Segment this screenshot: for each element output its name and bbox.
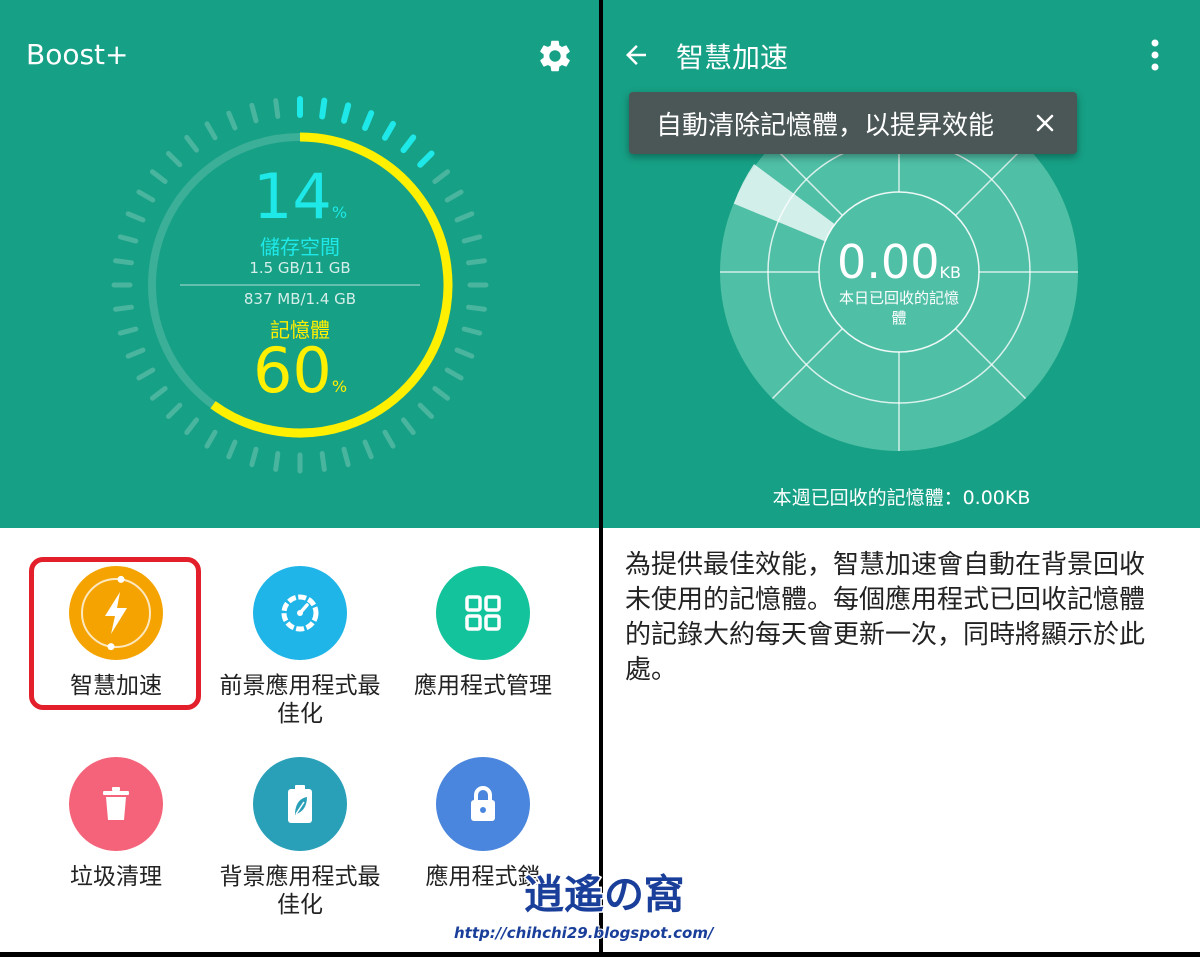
lock-icon [471,786,495,821]
gauge-tick [165,402,183,420]
storage-tick-active [400,134,417,154]
gauge-tick [204,429,218,449]
gauge-tick [432,385,451,401]
tile-label: 垃圾清理 [70,864,162,890]
boost-plus-screen: Boost+ 14% 儲存空間 1.5 GB/11 GB 837 MB/1.4 … [0,0,599,952]
gauge-tick [382,429,396,449]
gauge-tick [362,439,374,460]
speedometer-icon [281,594,319,632]
gauge-tick [249,446,259,468]
gauge-tick [461,326,483,336]
background-icon-circle [253,757,347,851]
smart-boost-header-panel: 智慧加速 0.00KB 本日已回收的記憶體 本週已回收的記憶體：0.00KB [603,0,1200,528]
gauge-tick [444,367,464,381]
storage-tick-active [417,150,435,168]
gauge-tick [113,258,134,266]
gauge-tick [432,169,451,185]
smart-boost-screen: 智慧加速 0.00KB 本日已回收的記憶體 本週已回收的記憶體：0.00KB 自… [603,0,1200,952]
lightning-icon [81,575,151,651]
gauge-tick [136,367,156,381]
storage-tick-active [382,120,396,141]
gauge-tick [400,417,416,436]
gauge-tick [117,326,139,336]
gauge-tick [444,189,464,203]
tile-app-lock[interactable]: 應用程式鎖 [398,757,568,891]
gauge-tick [184,417,200,436]
tooltip: 自動清除記憶體，以提昇效能 [629,92,1077,154]
foreground-icon-circle [253,566,347,660]
trash-icon [103,787,129,820]
gauge-tick [319,451,327,472]
boost-header-panel: Boost+ 14% 儲存空間 1.5 GB/11 GB 837 MB/1.4 … [0,0,599,528]
tile-label: 前景應用程式最佳化 [219,673,381,727]
gauge-tick [125,211,146,223]
memory-usage: 837 MB/1.4 GB [243,290,357,308]
grid-icon [465,595,501,631]
gauge-tick [149,385,168,401]
smart-boost-icon-circle [69,566,163,660]
gauge-tick [341,446,351,468]
gauge-tick [226,110,238,131]
tile-label: 應用程式管理 [414,673,552,699]
close-icon[interactable] [1035,113,1055,133]
gauge-tick [125,347,146,359]
gauge-tick [273,98,281,119]
storage-tick-active [319,97,328,120]
storage-tick-active [340,102,352,124]
tooltip-text: 自動清除記憶體，以提昇效能 [656,110,995,141]
gauge-tick [461,234,483,244]
gauge-tick [466,304,487,312]
gauge-tick [113,304,134,312]
gauge-tick [273,451,281,472]
app-management-icon-circle [436,566,530,660]
gauge-tick [454,211,475,223]
gauge-tick [204,121,218,141]
memory-percent: 60% [252,334,348,407]
gauge-tick [454,347,475,359]
tile-junk-cleanup[interactable]: 垃圾清理 [31,757,201,891]
storage-usage: 1.5 GB/11 GB [249,259,351,277]
tile-app-management[interactable]: 應用程式管理 [398,566,568,700]
smart-boost-description: 為提供最佳效能，智慧加速會自動在背景回收未使用的記憶體。每個應用程式已回收記憶體… [625,550,1146,685]
gauge-tick [136,189,156,203]
tile-smart-boost[interactable]: 智慧加速 [31,566,201,700]
gauge-tick [249,102,259,124]
tile-label: 應用程式鎖 [425,864,541,890]
weekly-recovered: 本週已回收的記憶體：0.00KB [772,487,1031,509]
tile-label: 背景應用程式最佳化 [219,864,381,918]
storage-label: 儲存空間 [260,235,340,259]
battery-leaf-icon [288,785,312,823]
tile-label: 智慧加速 [70,673,162,699]
app-lock-icon-circle [436,757,530,851]
radar-value: 0.00KB [837,235,961,289]
tile-background-optimize[interactable]: 背景應用程式最佳化 [215,757,385,919]
gauge-tick [466,258,487,266]
radar-label: 本日已回收的記憶體 [838,289,959,327]
gauge-tick [184,134,200,153]
gauge-tick [149,169,168,185]
gauge-tick [226,439,238,460]
gauge-tick [165,150,183,168]
gauge-tick [417,402,435,420]
gauge-tick [117,234,139,244]
storage-tick-active [362,110,375,131]
storage-percent: 14% [252,160,348,233]
tile-foreground-optimize[interactable]: 前景應用程式最佳化 [215,566,385,728]
junk-icon-circle [69,757,163,851]
